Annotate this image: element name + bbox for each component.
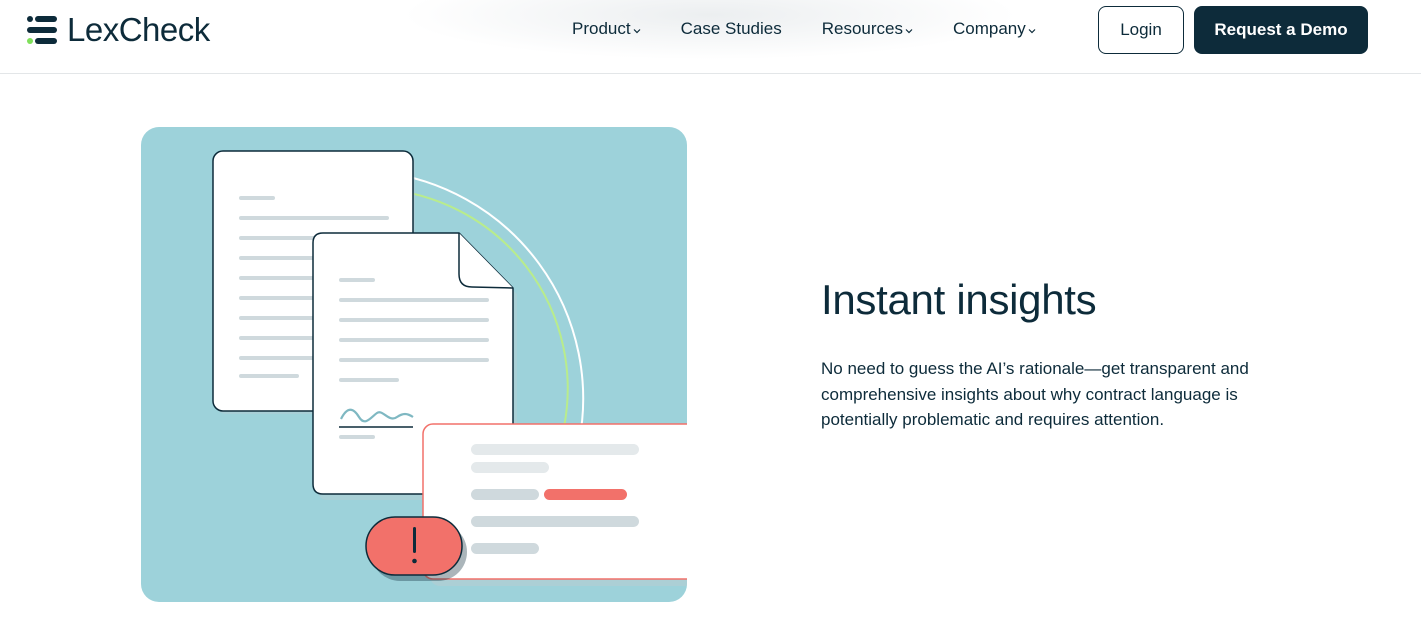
- alert-icon: [365, 516, 467, 581]
- feature-heading: Instant insights: [821, 276, 1097, 323]
- nav-item-company[interactable]: Company: [953, 19, 1036, 39]
- feature-description: No need to guess the AI’s rationale—get …: [821, 359, 1249, 429]
- site-header: LexCheck Product Case Studies Resources …: [0, 0, 1421, 74]
- lexcheck-logo-icon: [27, 16, 57, 44]
- nav-item-product[interactable]: Product: [572, 19, 641, 39]
- chevron-down-icon: [633, 28, 641, 33]
- feature-illustration: [141, 127, 687, 602]
- chevron-down-icon: [1028, 28, 1036, 33]
- nav-item-label: Case Studies: [680, 19, 782, 38]
- chevron-down-icon: [905, 28, 913, 33]
- nav-item-label: Resources: [821, 19, 903, 38]
- contract-review-illustration: [212, 150, 687, 586]
- request-demo-button[interactable]: Request a Demo: [1194, 6, 1368, 54]
- login-button[interactable]: Login: [1098, 6, 1184, 54]
- feature-content: Instant insights No need to guess the AI…: [821, 274, 1251, 433]
- nav-item-label: Company: [952, 19, 1026, 38]
- nav-item-resources[interactable]: Resources: [822, 19, 913, 39]
- nav-item-case-studies[interactable]: Case Studies: [681, 19, 782, 39]
- nav-item-label: Product: [572, 19, 631, 38]
- logo-link[interactable]: LexCheck: [27, 11, 210, 48]
- main-nav: Product Case Studies Resources Company: [572, 19, 1036, 39]
- logo-text: LexCheck: [67, 11, 210, 48]
